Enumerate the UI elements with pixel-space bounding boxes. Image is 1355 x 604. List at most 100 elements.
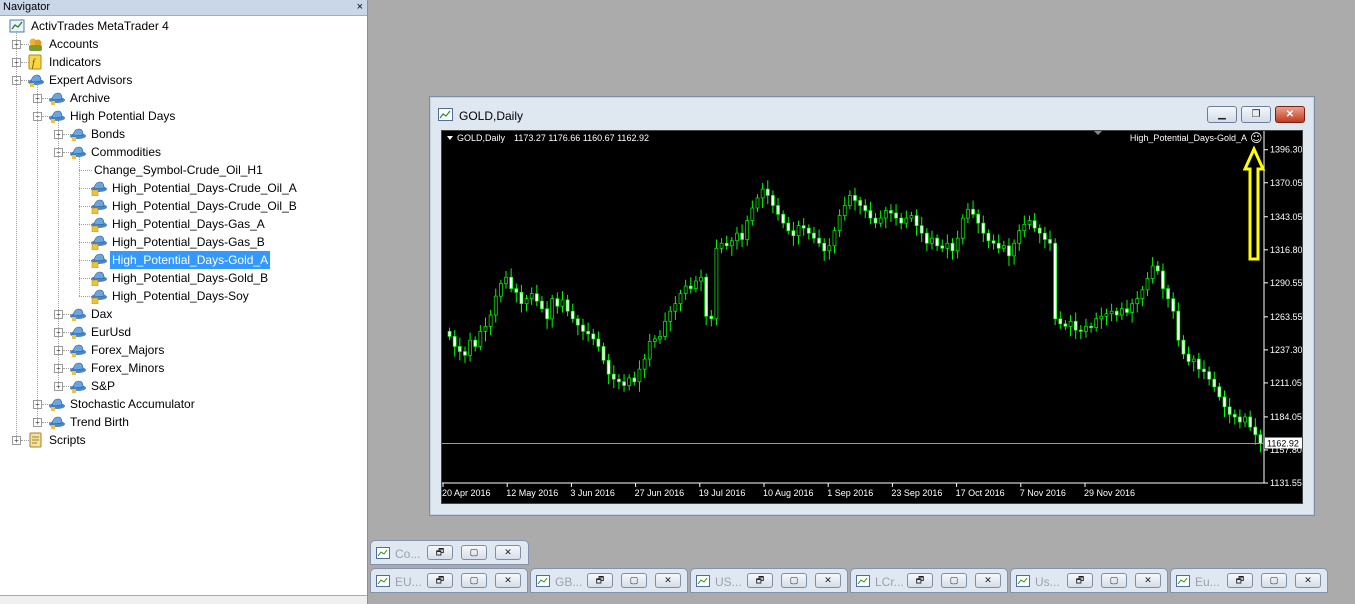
chart-window-gold-daily[interactable]: GOLD,Daily ▁ ❐ ✕ 1396.30 1370.05 1343.05 13… [429, 96, 1315, 516]
maximize-icon: ▢ [469, 575, 479, 585]
candle-body [529, 293, 534, 299]
close-button[interactable]: ✕ [495, 545, 521, 560]
maximize-button[interactable]: ▢ [621, 573, 647, 588]
restore-button[interactable]: 🗗 [427, 573, 453, 588]
candle-body [1217, 386, 1222, 398]
candle-body [771, 195, 775, 206]
minimized-chart-window[interactable]: LCr... 🗗 ▢ ✕ [850, 568, 1008, 593]
tree-item-high-potential-days-gold-b[interactable]: High_Potential_Days-Gold_B [0, 269, 360, 287]
candle-body [1176, 310, 1181, 341]
restore-button[interactable]: 🗗 [1227, 573, 1253, 588]
minimized-chart-window[interactable]: Eu... 🗗 ▢ ✕ [1170, 568, 1328, 593]
tree-item-commodities[interactable]: − Commodities [0, 143, 360, 161]
close-button[interactable]: ✕ [1135, 573, 1161, 588]
maximize-button[interactable]: ▢ [941, 573, 967, 588]
tree-item-scripts[interactable]: + Scripts [0, 431, 360, 449]
maximize-button[interactable]: ▢ [461, 545, 487, 560]
tree-item-high-potential-days-gas-a[interactable]: High_Potential_Days-Gas_A [0, 215, 360, 233]
navigator-close-button[interactable]: × [357, 0, 363, 15]
restore-button[interactable]: 🗗 [1067, 573, 1093, 588]
candle-body [966, 208, 970, 219]
tree-item-stochastic-accumulator[interactable]: + Stochastic Accumulator [0, 395, 360, 413]
tree-item-indicators[interactable]: + f Indicators [0, 53, 360, 71]
tree-item-eurusd[interactable]: + EurUsd [0, 323, 360, 341]
maximize-button[interactable]: ▢ [461, 573, 487, 588]
minimized-chart-window[interactable]: Us... 🗗 ▢ ✕ [1010, 568, 1168, 593]
candle-body [827, 245, 832, 252]
maximize-icon: ▢ [1269, 575, 1279, 585]
tree-item-high-potential-days-crude-oil-a[interactable]: High_Potential_Days-Crude_Oil_A [0, 179, 360, 197]
candle-body [1099, 315, 1104, 320]
close-button[interactable]: ✕ [655, 573, 681, 588]
tree-item-trend-birth[interactable]: + Trend Birth [0, 413, 360, 431]
candle-body [945, 242, 950, 249]
close-button[interactable]: ✕ [495, 573, 521, 588]
price-chart[interactable]: 1396.30 1370.05 1343.05 1316.80 1290.55 1263.… [441, 130, 1303, 504]
minimized-chart-window[interactable]: US... 🗗 ▢ ✕ [690, 568, 848, 593]
minimized-chart-window[interactable]: Co... 🗗 ▢ ✕ [370, 540, 529, 565]
tree-item-bonds[interactable]: + Bonds [0, 125, 360, 143]
tree-item-high-potential-days-soy[interactable]: High_Potential_Days-Soy [0, 287, 360, 305]
close-button[interactable]: ✕ [1295, 573, 1321, 588]
tree-item-forex-minors[interactable]: + Forex_Minors [0, 359, 360, 377]
tree-item-forex-majors[interactable]: + Forex_Majors [0, 341, 360, 359]
close-button[interactable]: ✕ [815, 573, 841, 588]
tree-item-high-potential-days-gold-a[interactable]: High_Potential_Days-Gold_A [0, 251, 360, 269]
candle-body [842, 205, 847, 216]
candlestick-chart[interactable]: 1396.30 1370.05 1343.05 1316.80 1290.55 1263.… [442, 131, 1302, 503]
price-tick-label: 1184.05 [1270, 412, 1302, 422]
close-button[interactable]: ✕ [1275, 106, 1305, 123]
candle-body [586, 331, 590, 335]
candle-body [699, 276, 703, 282]
chart-window-title: GOLD,Daily [459, 109, 524, 123]
restore-button[interactable]: 🗗 [747, 573, 773, 588]
maximize-button[interactable]: ▢ [781, 573, 807, 588]
candle-body [509, 276, 514, 289]
candle-body [540, 300, 544, 310]
candle-body [591, 333, 596, 340]
chart-ohlc-label: 1173.27 1176.66 1160.67 1162.92 [514, 133, 649, 143]
tree-item-change-symbol-crude-oil-h1[interactable]: Change_Symbol-Crude_Oil_H1 [0, 161, 360, 179]
restore-button[interactable]: 🗗 [427, 545, 453, 560]
tree-item-expert-advisors[interactable]: − Expert Advisors [0, 71, 360, 89]
candle-body [919, 225, 924, 234]
tree-item-high-potential-days-crude-oil-b[interactable]: High_Potential_Days-Crude_Oil_B [0, 197, 360, 215]
chart-menu-triangle-icon[interactable] [447, 136, 453, 140]
candle-body [565, 299, 570, 312]
chart-shift-marker-icon[interactable] [1094, 131, 1102, 135]
tree-item-label: Forex_Majors [91, 343, 165, 357]
tree-item-high-potential-days-gas-b[interactable]: High_Potential_Days-Gas_B [0, 233, 360, 251]
tree-item-archive[interactable]: + Archive [0, 89, 360, 107]
tree-item-activtrades-metatrader-4[interactable]: ActivTrades MetaTrader 4 [0, 17, 360, 35]
candle-body [658, 336, 662, 340]
tree-item-dax[interactable]: + Dax [0, 305, 360, 323]
minimize-button[interactable]: ▁ [1207, 106, 1237, 123]
tree-item-s-p[interactable]: + S&P [0, 377, 360, 395]
candle-body [504, 276, 508, 284]
candle-body [894, 212, 898, 219]
candle-body [688, 285, 693, 289]
candle-body [647, 341, 652, 360]
tree-item-accounts[interactable]: + Accounts [0, 35, 360, 53]
candle-body [765, 188, 770, 196]
expert-hat-icon [70, 128, 86, 141]
candle-body [899, 217, 904, 224]
close-button[interactable]: ✕ [975, 573, 1001, 588]
tree-item-high-potential-days[interactable]: − High Potential Days [0, 107, 360, 125]
minimized-chart-window[interactable]: GB... 🗗 ▢ ✕ [530, 568, 688, 593]
restore-button[interactable]: 🗗 [587, 573, 613, 588]
candle-body [1017, 230, 1022, 244]
candle-body [581, 324, 585, 332]
maximize-button[interactable]: ▢ [1261, 573, 1287, 588]
minimized-window-title: GB... [555, 575, 583, 589]
maximize-button[interactable]: ▢ [1101, 573, 1127, 588]
restore-button[interactable]: ❐ [1241, 106, 1271, 123]
candle-body [755, 197, 760, 209]
chart-window-titlebar[interactable]: GOLD,Daily ▁ ❐ ✕ [430, 97, 1314, 131]
minimized-chart-window[interactable]: EU... 🗗 ▢ ✕ [370, 568, 528, 593]
restore-icon: 🗗 [435, 547, 445, 557]
candle-body [468, 339, 472, 356]
restore-button[interactable]: 🗗 [907, 573, 933, 588]
close-icon: ✕ [664, 575, 672, 585]
expert-smiley-icon[interactable]: ☺ [1250, 131, 1263, 145]
